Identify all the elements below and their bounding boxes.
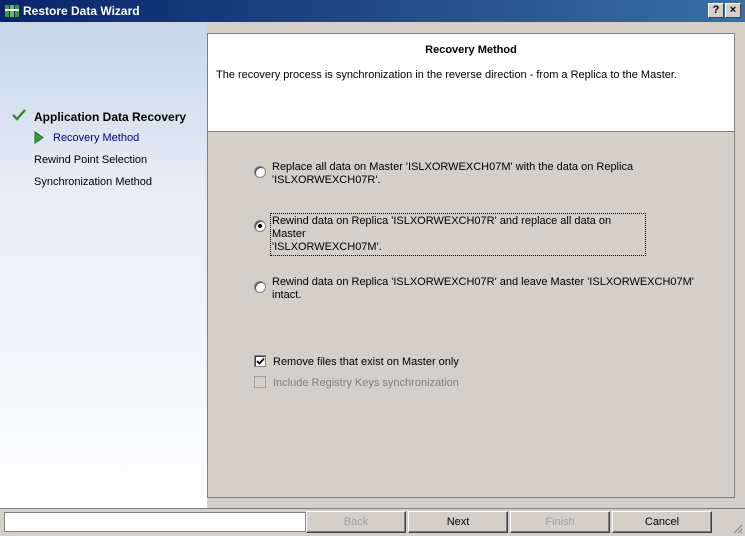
content-area: Recovery Method The recovery process is … — [207, 33, 735, 498]
step-recovery-method: Recovery Method — [53, 132, 140, 144]
checkbox-include-registry-keys — [254, 376, 266, 388]
radio-rewind-and-replace[interactable] — [254, 220, 266, 232]
checkbox-remove-files-label[interactable]: Remove files that exist on Master only — [273, 356, 459, 368]
app-icon — [5, 5, 19, 17]
close-button[interactable]: × — [725, 3, 741, 18]
finish-button[interactable]: Finish — [510, 511, 610, 533]
wizard-steps-panel: Application Data Recovery Recovery Metho… — [0, 22, 207, 508]
checkmark-icon — [12, 109, 26, 121]
radio-rewind-and-leave-intact[interactable] — [254, 281, 266, 293]
cancel-button[interactable]: Cancel — [612, 511, 712, 533]
option-rewind-and-leave-intact-label[interactable]: Rewind data on Replica 'ISLXORWEXCH07R' … — [272, 276, 694, 302]
radio-replace-all-data[interactable] — [254, 166, 266, 178]
option-replace-all-data-label[interactable]: Replace all data on Master 'ISLXORWEXCH0… — [272, 161, 633, 187]
title-bar: Restore Data Wizard ? × — [0, 0, 745, 22]
page-title: Recovery Method — [425, 44, 517, 56]
checkbox-check-icon — [256, 357, 265, 365]
button-bar: Back Next Finish Cancel — [0, 508, 745, 536]
resize-grip-icon[interactable] — [731, 522, 743, 534]
step-rewind-point-selection: Rewind Point Selection — [34, 154, 148, 166]
status-field — [4, 512, 306, 532]
option-rewind-and-replace-label[interactable]: Rewind data on Replica 'ISLXORWEXCH07R' … — [270, 213, 646, 256]
help-button[interactable]: ? — [708, 3, 724, 18]
page-description: The recovery process is synchronization … — [216, 69, 677, 81]
next-button[interactable]: Next — [408, 511, 508, 533]
step-application-data-recovery: Application Data Recovery — [34, 110, 187, 124]
window-title: Restore Data Wizard — [23, 4, 140, 18]
checkbox-include-registry-keys-label: Include Registry Keys synchronization — [273, 377, 459, 389]
step-synchronization-method: Synchronization Method — [34, 176, 153, 188]
checkbox-remove-files[interactable] — [254, 355, 266, 367]
back-button[interactable]: Back — [306, 511, 406, 533]
current-step-arrow-icon — [34, 131, 44, 144]
page-header: Recovery Method The recovery process is … — [208, 34, 734, 132]
